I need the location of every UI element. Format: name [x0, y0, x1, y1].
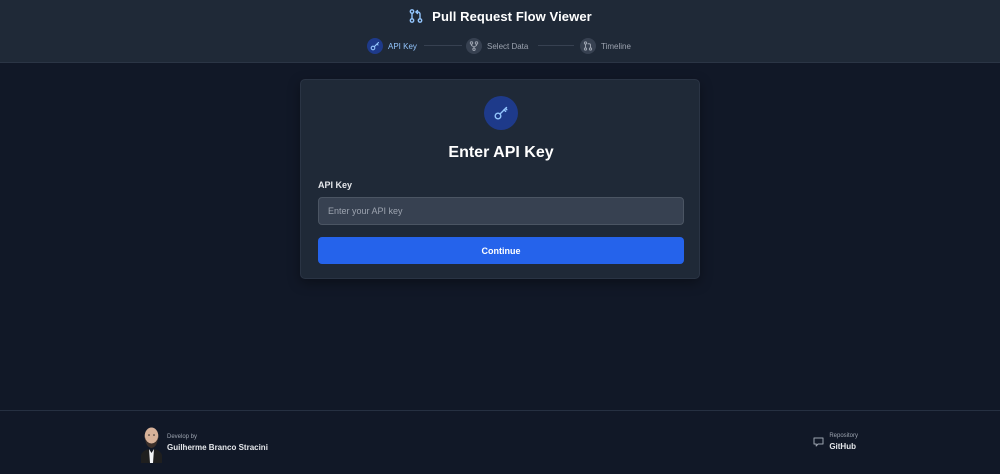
step-label: API Key: [388, 41, 417, 51]
git-pull-request-icon: [580, 38, 596, 54]
api-key-input[interactable]: [318, 197, 684, 225]
step-connector: [538, 45, 574, 46]
key-icon: [484, 96, 518, 130]
developer-name: Guilherme Branco Stracini: [167, 443, 268, 452]
step-api-key[interactable]: API Key: [367, 37, 417, 55]
repository-caption: Repository: [829, 433, 858, 439]
step-select-data[interactable]: Select Data: [466, 37, 528, 55]
developer-caption: Develop by: [167, 434, 198, 440]
developer-credit[interactable]: Develop by Guilherme Branco Stracini: [141, 423, 268, 463]
step-timeline[interactable]: Timeline: [580, 37, 631, 55]
step-label: Timeline: [601, 41, 631, 51]
git-pull-request-icon: [408, 8, 424, 24]
api-key-card: Enter API Key API Key Continue: [300, 79, 700, 279]
github-link[interactable]: GitHub: [829, 442, 858, 451]
app-title: Pull Request Flow Viewer: [432, 8, 592, 24]
continue-button[interactable]: Continue: [318, 237, 684, 264]
github-icon: [813, 437, 824, 448]
app-header: Pull Request Flow Viewer API Key Select …: [0, 0, 1000, 63]
step-indicator: API Key Select Data Timeline: [0, 37, 1000, 55]
app-footer: Develop by Guilherme Branco Stracini Rep…: [0, 410, 1000, 474]
step-label: Select Data: [487, 41, 529, 51]
avatar: [141, 427, 162, 463]
key-icon: [367, 38, 383, 54]
repository-link[interactable]: Repository GitHub: [813, 433, 858, 451]
git-branch-icon: [466, 38, 482, 54]
title-row: Pull Request Flow Viewer: [0, 8, 1000, 24]
api-key-label: API Key: [318, 180, 353, 190]
card-title: Enter API Key: [448, 144, 554, 161]
step-connector: [424, 45, 462, 46]
